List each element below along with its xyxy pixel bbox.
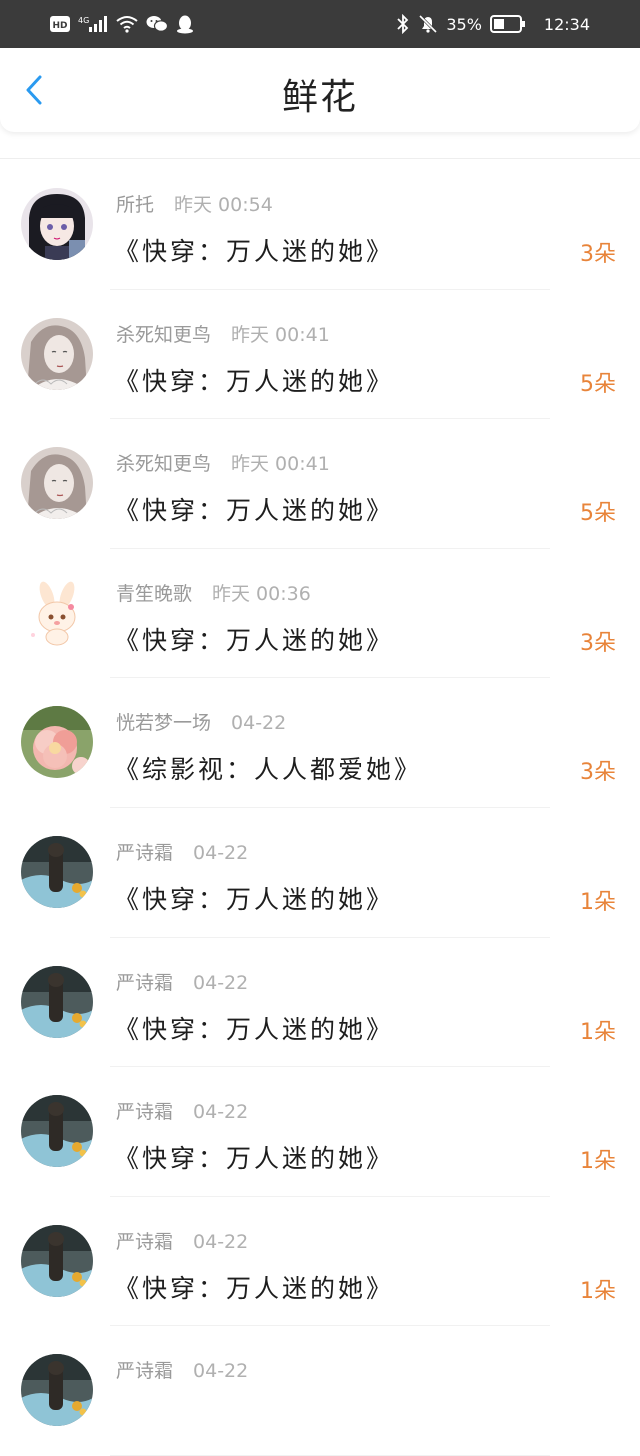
status-bar-left: HD 4G <box>50 14 194 34</box>
timestamp: 昨天 00:54 <box>174 194 273 216</box>
flower-count: 5朵 <box>580 501 616 527</box>
book-title[interactable]: 《快穿：万人迷的她》 <box>114 232 394 268</box>
item-meta: 所托 昨天 00:54 <box>116 190 273 217</box>
item-meta: 杀死知更鸟 昨天 00:41 <box>116 449 330 476</box>
top-divider <box>0 158 640 159</box>
status-time: 12:34 <box>543 14 590 34</box>
gift-list: 所托 昨天 00:54 《快穿：万人迷的她》 3朵 杀死知更鸟 昨天 00:41 《快穿：… <box>0 160 640 1456</box>
user-name[interactable]: 严诗霜 <box>116 1231 173 1253</box>
item-meta: 严诗霜 04-22 <box>116 838 248 865</box>
flower-count: 5朵 <box>580 371 616 397</box>
avatar-image <box>21 576 93 649</box>
avatar[interactable] <box>21 1224 93 1297</box>
hd-icon: HD <box>50 16 70 32</box>
timestamp: 04-22 <box>231 712 287 735</box>
avatar[interactable] <box>21 1354 93 1427</box>
avatar[interactable] <box>21 965 93 1038</box>
item-meta: 恍若梦一场 04-22 <box>116 708 286 735</box>
battery-icon <box>489 15 525 33</box>
book-title[interactable]: 《快穿：万人迷的她》 <box>114 1010 394 1046</box>
user-name[interactable]: 严诗霜 <box>116 972 173 994</box>
list-item[interactable]: 青笙晚歌 昨天 00:36 《快穿：万人迷的她》 3朵 <box>0 549 640 679</box>
list-item[interactable]: 严诗霜 04-22 《快穿：万人迷的她》 1朵 <box>0 1067 640 1197</box>
user-name[interactable]: 严诗霜 <box>116 842 173 864</box>
timestamp: 04-22 <box>193 841 249 864</box>
flower-count: 3朵 <box>580 630 616 656</box>
item-meta: 严诗霜 04-22 <box>116 1097 248 1124</box>
user-name[interactable]: 青笙晚歌 <box>116 583 192 605</box>
timestamp: 04-22 <box>193 1360 249 1383</box>
battery-percent: 35% <box>446 14 482 34</box>
user-name[interactable]: 严诗霜 <box>116 1101 173 1123</box>
list-item[interactable]: 严诗霜 04-22 《快穿：万人迷的她》 1朵 <box>0 808 640 938</box>
avatar-image <box>21 1354 93 1427</box>
list-item[interactable]: 所托 昨天 00:54 《快穿：万人迷的她》 3朵 <box>0 160 640 290</box>
avatar-image <box>21 1224 93 1297</box>
flower-count: 1朵 <box>580 1149 616 1175</box>
flower-count: 1朵 <box>580 889 616 915</box>
list-item[interactable]: 恍若梦一场 04-22 《综影视：人人都爱她》 3朵 <box>0 678 640 808</box>
timestamp: 昨天 00:41 <box>231 323 330 346</box>
avatar[interactable] <box>21 835 93 908</box>
book-title[interactable]: 《快穿：万人迷的她》 <box>114 880 394 916</box>
wifi-icon <box>116 16 138 33</box>
item-meta: 杀死知更鸟 昨天 00:41 <box>116 320 330 347</box>
bluetooth-icon <box>397 14 409 34</box>
flower-count: 3朵 <box>580 760 616 786</box>
book-title[interactable]: 《快穿：万人迷的她》 <box>114 621 394 657</box>
timestamp: 04-22 <box>193 971 249 994</box>
timestamp: 昨天 00:36 <box>212 582 311 605</box>
wechat-icon <box>146 16 168 32</box>
avatar-image <box>21 1095 93 1168</box>
avatar[interactable] <box>21 1095 93 1168</box>
flower-count: 3朵 <box>580 242 616 267</box>
signal-4g-icon: 4G <box>78 16 107 32</box>
list-item[interactable]: 严诗霜 04-22 <box>0 1326 640 1456</box>
avatar[interactable] <box>21 447 93 520</box>
book-title[interactable]: 《快穿：万人迷的她》 <box>114 362 394 398</box>
avatar[interactable] <box>21 188 93 260</box>
list-item[interactable]: 严诗霜 04-22 《快穿：万人迷的她》 1朵 <box>0 938 640 1068</box>
user-name[interactable]: 杀死知更鸟 <box>116 324 211 346</box>
avatar[interactable] <box>21 576 93 649</box>
list-item[interactable]: 严诗霜 04-22 《快穿：万人迷的她》 1朵 <box>0 1197 640 1327</box>
header: 鲜花 <box>0 48 640 132</box>
page-title: 鲜花 <box>281 77 358 118</box>
book-title[interactable]: 《综影视：人人都爱她》 <box>114 750 422 786</box>
net-label: 4G <box>78 16 89 25</box>
flower-count: 1朵 <box>580 1019 616 1045</box>
list-item[interactable]: 杀死知更鸟 昨天 00:41 《快穿：万人迷的她》 5朵 <box>0 419 640 549</box>
avatar-image <box>21 317 93 390</box>
avatar[interactable] <box>21 317 93 390</box>
timestamp: 昨天 00:41 <box>231 453 330 476</box>
bell-muted-icon <box>419 14 438 34</box>
user-name[interactable]: 严诗霜 <box>116 1360 173 1382</box>
avatar-image <box>21 447 93 520</box>
item-meta: 严诗霜 04-22 <box>116 1356 248 1383</box>
item-meta: 严诗霜 04-22 <box>116 1227 248 1254</box>
timestamp: 04-22 <box>193 1101 249 1124</box>
status-bar: HD 4G 35% 12:34 <box>0 0 640 48</box>
qq-icon <box>177 15 193 34</box>
user-name[interactable]: 恍若梦一场 <box>116 712 211 734</box>
avatar[interactable] <box>21 706 93 779</box>
timestamp: 04-22 <box>193 1230 249 1253</box>
status-bar-right: 35% 12:34 <box>396 14 590 34</box>
list-item[interactable]: 杀死知更鸟 昨天 00:41 《快穿：万人迷的她》 5朵 <box>0 290 640 420</box>
book-title[interactable]: 《快穿：万人迷的她》 <box>114 1139 394 1175</box>
avatar-image <box>21 835 93 908</box>
avatar-image <box>21 188 93 260</box>
avatar-image <box>21 706 93 779</box>
item-meta: 严诗霜 04-22 <box>116 968 248 995</box>
user-name[interactable]: 杀死知更鸟 <box>116 453 211 475</box>
book-title[interactable]: 《快穿：万人迷的她》 <box>114 491 394 527</box>
user-name[interactable]: 所托 <box>116 194 154 216</box>
avatar-image <box>21 965 93 1038</box>
book-title[interactable]: 《快穿：万人迷的她》 <box>114 1269 394 1305</box>
hd-label: HD <box>52 21 67 31</box>
flower-count: 1朵 <box>580 1278 616 1304</box>
item-meta: 青笙晚歌 昨天 00:36 <box>116 579 311 606</box>
